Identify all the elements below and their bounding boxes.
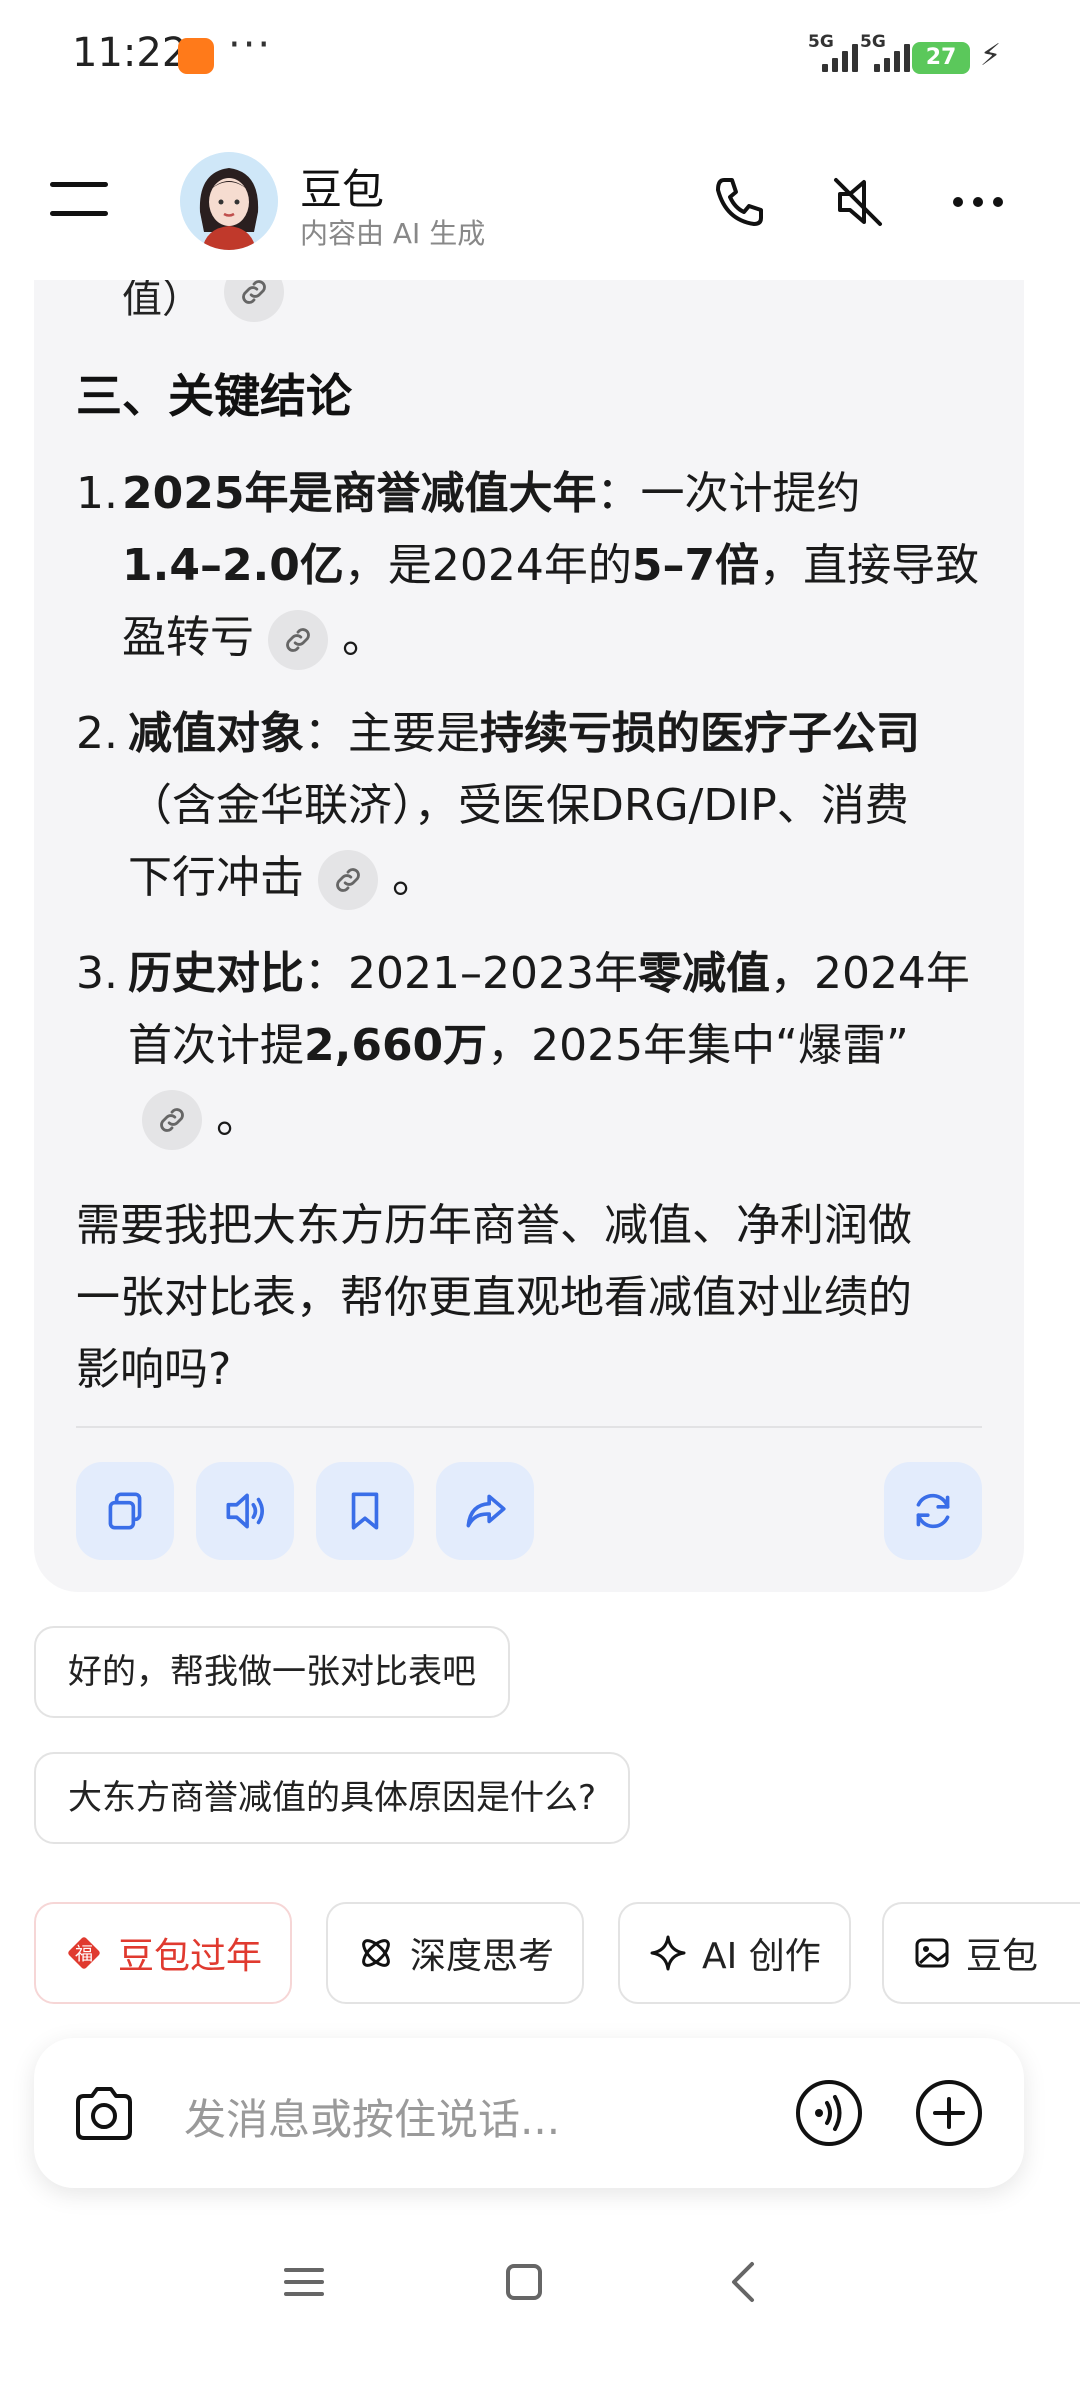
atom-icon bbox=[362, 1939, 390, 1967]
follow-up-question: 需要我把大东方历年商誉、减值、净利润做 一张对比表，帮你更直观地看减值对业绩的 … bbox=[76, 1200, 912, 1395]
mute-button[interactable] bbox=[826, 170, 890, 234]
divider bbox=[76, 1426, 982, 1428]
copy-icon bbox=[108, 1492, 142, 1530]
citation-link-icon[interactable] bbox=[268, 610, 328, 670]
share-arrow-icon bbox=[466, 1494, 506, 1528]
recent-apps-button[interactable] bbox=[274, 2252, 334, 2312]
home-button[interactable] bbox=[494, 2252, 554, 2312]
citation-link-icon[interactable] bbox=[224, 280, 284, 322]
battery-indicator: 27 bbox=[912, 42, 970, 74]
camera-icon bbox=[76, 2087, 132, 2140]
fu-icon: 福 bbox=[68, 1937, 100, 1969]
bookmark-button[interactable] bbox=[316, 1462, 414, 1560]
suggestion-chip[interactable]: 大东方商誉减值的具体原因是什么? bbox=[34, 1752, 631, 1844]
home-square-icon bbox=[506, 2264, 542, 2300]
refresh-icon bbox=[916, 1493, 950, 1529]
status-time: 11:22 bbox=[72, 30, 188, 76]
menu-button[interactable] bbox=[50, 182, 108, 222]
chat-title: 豆包 bbox=[300, 165, 385, 214]
section-title: 三、关键结论 bbox=[76, 369, 352, 423]
suggestion-chip[interactable]: 好的，帮我做一张对比表吧 bbox=[34, 1626, 510, 1718]
voice-wave-icon bbox=[796, 2080, 862, 2146]
feature-chip-deep-thinking[interactable]: 深度思考 bbox=[326, 1902, 585, 2004]
chat-subtitle: 内容由 AI 生成 bbox=[300, 217, 486, 250]
phone-call-button[interactable] bbox=[706, 170, 770, 234]
bookmark-icon bbox=[351, 1492, 379, 1530]
feature-chip-ai-create[interactable]: AI 创作 bbox=[618, 1902, 851, 2004]
back-button[interactable] bbox=[714, 2252, 774, 2312]
charging-icon: ⚡ bbox=[980, 38, 1002, 73]
image-icon bbox=[915, 1938, 949, 1968]
plus-icon bbox=[916, 2080, 982, 2146]
svg-text:福: 福 bbox=[75, 1944, 93, 1965]
copy-button[interactable] bbox=[76, 1462, 174, 1560]
citation-link-icon[interactable] bbox=[142, 1090, 202, 1150]
phone-icon bbox=[716, 178, 763, 226]
menu-lines-icon bbox=[284, 2268, 324, 2296]
regenerate-button[interactable] bbox=[884, 1462, 982, 1560]
more-dots-icon bbox=[953, 197, 1003, 207]
back-chevron-icon bbox=[732, 2262, 754, 2302]
more-notifications-icon: ··· bbox=[228, 22, 273, 68]
share-button[interactable] bbox=[436, 1462, 534, 1560]
add-attachment-button[interactable] bbox=[914, 2078, 984, 2148]
read-aloud-button[interactable] bbox=[196, 1462, 294, 1560]
assistant-avatar-icon bbox=[180, 152, 278, 250]
citation-link-icon[interactable] bbox=[318, 850, 378, 910]
avatar[interactable] bbox=[180, 152, 278, 250]
cut-off-text: 值） bbox=[122, 280, 202, 322]
assistant-message-card: 值） 三、关键结论 1. 2025年是商誉减值大年：一次计提约 1.4–2.0亿… bbox=[34, 280, 1024, 1592]
feature-chip-new-year[interactable]: 福 豆包过年 bbox=[34, 1902, 293, 2004]
speaker-icon bbox=[226, 1493, 265, 1529]
chat-header: 豆包 内容由 AI 生成 bbox=[0, 120, 1080, 280]
voice-call-button[interactable] bbox=[794, 2078, 864, 2148]
sparkle-icon bbox=[650, 1935, 686, 1971]
message-input-bar: 发消息或按住说话... bbox=[34, 2038, 1024, 2188]
more-options-button[interactable] bbox=[946, 170, 1010, 234]
shopping-app-icon bbox=[178, 38, 214, 74]
message-input[interactable]: 发消息或按住说话... bbox=[184, 2086, 560, 2147]
status-bar: 11:22 ··· 5G 5G 27 ⚡ bbox=[72, 22, 1002, 76]
camera-button[interactable] bbox=[70, 2080, 138, 2148]
feature-chip-image[interactable]: 豆包 bbox=[882, 1902, 1080, 2004]
speaker-muted-icon bbox=[834, 178, 882, 226]
